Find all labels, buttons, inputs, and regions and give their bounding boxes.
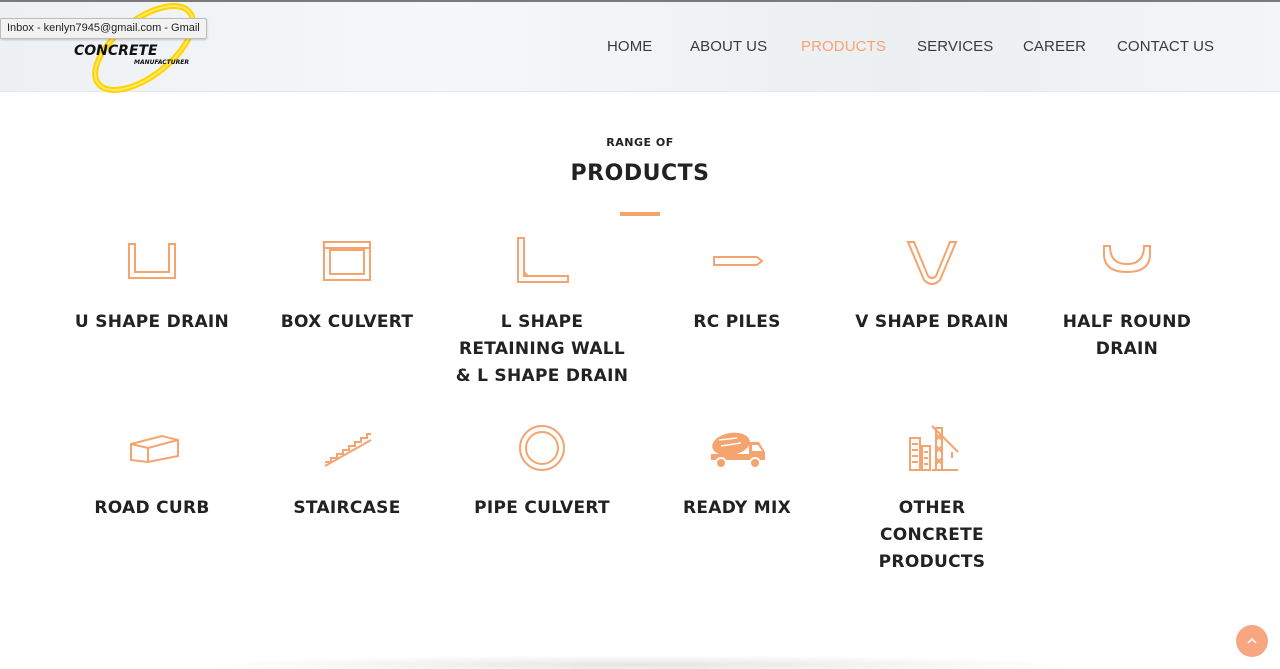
product-pipe-culvert[interactable]: PIPE CULVERT	[447, 418, 637, 578]
product-half-round-drain[interactable]: HALF ROUND DRAIN	[1032, 232, 1222, 392]
nav-services[interactable]: SERVICES	[917, 38, 993, 55]
scroll-to-top-button[interactable]	[1236, 625, 1268, 657]
svg-text:MANUFACTURER: MANUFACTURER	[134, 59, 189, 66]
product-other-concrete[interactable]: OTHER CONCRETE PRODUCTS	[837, 418, 1027, 578]
section-shadow	[200, 655, 1080, 669]
nav-about-us[interactable]: ABOUT US	[690, 38, 767, 55]
nav-career[interactable]: CAREER	[1023, 38, 1086, 55]
l-shape-wall-icon	[512, 232, 572, 292]
product-v-shape-drain[interactable]: V SHAPE DRAIN	[837, 232, 1027, 392]
pipe-culvert-icon	[512, 418, 572, 478]
product-road-curb[interactable]: ROAD CURB	[57, 418, 247, 578]
product-label: V SHAPE DRAIN	[855, 312, 1009, 332]
product-label: PIPE CULVERT	[474, 498, 610, 518]
product-label: HALF ROUND DRAIN	[1062, 312, 1192, 359]
title-underline	[620, 212, 660, 216]
nav-contact-us[interactable]: CONTACT US	[1117, 38, 1214, 55]
product-label: BOX CULVERT	[280, 312, 414, 332]
product-label: READY MIX	[682, 498, 791, 518]
nav-home[interactable]: HOME	[607, 38, 652, 55]
main-nav: HOME ABOUT US PRODUCTS SERVICES CAREER C…	[0, 38, 1280, 60]
product-label: STAIRCASE	[293, 498, 401, 518]
product-staircase[interactable]: STAIRCASE	[252, 418, 442, 578]
rc-piles-icon	[707, 232, 767, 292]
product-label: L SHAPE RETAINING WALL & L SHAPE DRAIN	[455, 312, 629, 386]
nav-products[interactable]: PRODUCTS	[801, 38, 886, 55]
product-u-shape-drain[interactable]: U SHAPE DRAIN	[57, 232, 247, 392]
chevron-up-icon	[1247, 637, 1257, 644]
product-label: U SHAPE DRAIN	[74, 312, 230, 332]
product-l-shape-retaining-wall[interactable]: L SHAPE RETAINING WALL & L SHAPE DRAIN	[447, 232, 637, 392]
browser-tooltip: Inbox - kenlyn7945@gmail.com - Gmail	[0, 18, 207, 39]
product-label: OTHER CONCRETE PRODUCTS	[878, 498, 986, 572]
product-rc-piles[interactable]: RC PILES	[642, 232, 832, 392]
v-shape-drain-icon	[902, 232, 962, 292]
product-label: RC PILES	[693, 312, 781, 332]
section-kicker: RANGE OF	[606, 136, 674, 149]
product-label: ROAD CURB	[94, 498, 210, 518]
site-header: CONCRETE MANUFACTURER HOME ABOUT US PROD…	[0, 2, 1280, 93]
mixer-truck-icon	[707, 418, 767, 478]
section-title: PRODUCTS	[570, 161, 710, 186]
product-ready-mix[interactable]: READY MIX	[642, 418, 832, 578]
road-curb-icon	[122, 418, 182, 478]
box-culvert-icon	[317, 232, 377, 292]
construction-crane-icon	[902, 418, 962, 478]
staircase-icon	[317, 418, 377, 478]
half-round-drain-icon	[1097, 232, 1157, 292]
product-box-culvert[interactable]: BOX CULVERT	[252, 232, 442, 392]
u-shape-drain-icon	[122, 232, 182, 292]
